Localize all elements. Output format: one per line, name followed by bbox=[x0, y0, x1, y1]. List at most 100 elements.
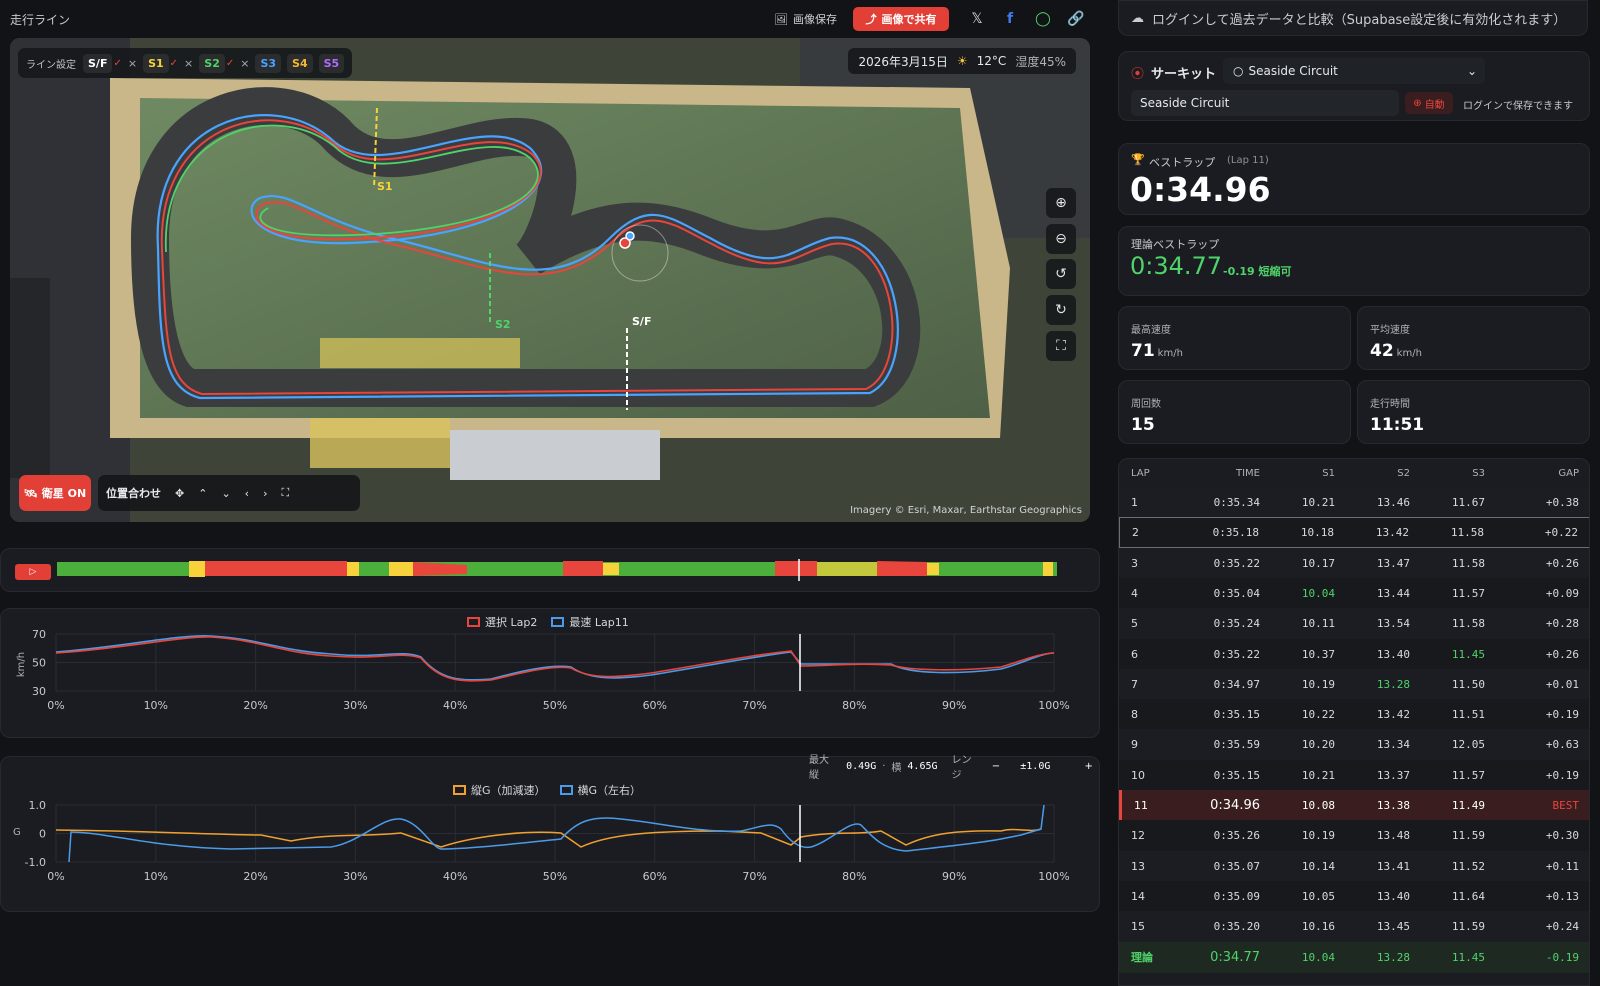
lap-row-6[interactable]: 6 0:35.22 10.37 13.40 11.45 +0.26 bbox=[1119, 638, 1589, 670]
lap-cell-s3: 11.57 bbox=[1451, 586, 1485, 600]
lap-cell-lap: 13 bbox=[1131, 859, 1145, 873]
facebook-share-button[interactable]: f bbox=[996, 8, 1024, 30]
circuit-card: ⦿ サーキット ○ Seaside Circuit ⌄ Seaside Circ… bbox=[1118, 51, 1590, 121]
lap-timeline[interactable]: ▷ bbox=[0, 548, 1100, 592]
lap-row-4[interactable]: 4 0:35.04 10.04 13.44 11.57 +0.09 bbox=[1119, 577, 1589, 609]
lap-row-8[interactable]: 8 0:35.15 10.22 13.42 11.51 +0.19 bbox=[1119, 699, 1589, 731]
sector-chip-s4[interactable]: S4 bbox=[287, 53, 313, 73]
theory-label: 理論ベストラップ bbox=[1131, 238, 1220, 251]
theory-best-card: 理論ベストラップ 0:34.77 -0.19 短縮可 bbox=[1118, 226, 1590, 296]
zoom-in-button[interactable]: ⊕ bbox=[1046, 188, 1076, 218]
lap-cell-time: 0:35.22 bbox=[1213, 647, 1260, 661]
sector-chip-s3[interactable]: S3 bbox=[255, 53, 282, 73]
chevron-up-icon[interactable]: ⌃ bbox=[198, 487, 207, 500]
lap-cell-gap: +0.28 bbox=[1545, 617, 1579, 631]
x-icon: 𝕏 bbox=[971, 11, 983, 27]
lap-cell-s2: 13.45 bbox=[1376, 920, 1410, 934]
lap-cell-time: 0:35.24 bbox=[1213, 617, 1260, 631]
lap-row-9[interactable]: 9 0:35.59 10.20 13.34 12.05 +0.63 bbox=[1119, 729, 1589, 761]
move-icon[interactable]: ✥ bbox=[175, 487, 184, 500]
map-attribution: Imagery © Esri, Maxar, Earthstar Geograp… bbox=[850, 505, 1082, 516]
lap-row-12[interactable]: 12 0:35.26 10.19 13.48 11.59 +0.30 bbox=[1119, 820, 1589, 852]
remove-chip-icon[interactable]: × bbox=[240, 57, 249, 70]
lap-cell-s3: 11.67 bbox=[1451, 496, 1485, 509]
lap-cell-time: 0:35.22 bbox=[1213, 556, 1260, 570]
lap-row-10[interactable]: 10 0:35.15 10.21 13.37 11.57 +0.19 bbox=[1119, 759, 1589, 791]
login-banner[interactable]: ☁ ログインして過去データと比較（Supabase設定後に有効化されます） bbox=[1118, 0, 1588, 36]
rotate-left-button[interactable]: ↺ bbox=[1046, 259, 1076, 289]
lap-row-14[interactable]: 14 0:35.09 10.05 13.40 11.64 +0.13 bbox=[1119, 880, 1589, 912]
weather-info: 2026年3月15日 ☀ 12°C 湿度45% bbox=[848, 48, 1076, 74]
speed-plot: 0% 10% 20% 30% 40% 50% 60% 70% 80% 90% 100% 70 50 30 bbox=[32, 628, 1070, 712]
lap-cell-time: 0:35.15 bbox=[1213, 768, 1260, 782]
lap-cell-s2: 13.42 bbox=[1375, 526, 1409, 540]
chevron-right-icon[interactable]: › bbox=[263, 487, 267, 500]
whatsapp-share-button[interactable]: ◯ bbox=[1029, 8, 1057, 30]
sector-chip-s5[interactable]: S5 bbox=[318, 53, 345, 73]
lap-cell-s2: 13.40 bbox=[1376, 647, 1410, 661]
lap-cell-lap: 8 bbox=[1131, 708, 1138, 722]
lap-row-3[interactable]: 3 0:35.22 10.17 13.47 11.58 +0.26 bbox=[1119, 547, 1589, 579]
lap-cell-time: 0:35.20 bbox=[1213, 920, 1260, 934]
lap-cell-gap: GAP bbox=[1558, 467, 1579, 479]
best-lap-note: (Lap 11) bbox=[1227, 155, 1269, 166]
lap-cell-s1: 10.04 bbox=[1301, 950, 1335, 964]
copy-link-button[interactable]: 🔗 bbox=[1062, 8, 1090, 30]
lap-cell-s1: 10.18 bbox=[1300, 526, 1334, 540]
lap-cell-time: 0:35.18 bbox=[1212, 526, 1259, 540]
lap-cell-s1: 10.19 bbox=[1301, 677, 1335, 691]
weather-humidity: 湿度45% bbox=[1015, 54, 1066, 69]
rotate-right-button[interactable]: ↻ bbox=[1046, 295, 1076, 325]
play-button[interactable]: ▷ bbox=[15, 564, 51, 580]
x-tick-label: 50% bbox=[543, 699, 567, 712]
x-tick-label: 100% bbox=[1038, 699, 1069, 712]
circuit-name-input[interactable]: Seaside Circuit bbox=[1131, 90, 1399, 116]
chevron-left-icon[interactable]: ‹ bbox=[245, 487, 249, 500]
auto-label: 自動 bbox=[1424, 99, 1445, 111]
y-tick-label: 0 bbox=[39, 828, 46, 841]
sector-chip-s1[interactable]: S1 bbox=[143, 53, 169, 73]
lap-cell-gap: +0.26 bbox=[1545, 647, 1579, 661]
timeline-strip[interactable] bbox=[57, 559, 1057, 583]
sector-chip-sf[interactable]: S/F bbox=[83, 53, 113, 73]
sector-chip-s2[interactable]: S2 bbox=[199, 53, 225, 73]
lap-cell-s2: 13.37 bbox=[1376, 768, 1410, 782]
circuit-select-value: Seaside Circuit bbox=[1248, 64, 1338, 78]
lap-cell-s1: 10.37 bbox=[1301, 647, 1335, 661]
lap-row-11[interactable]: 11 0:34.96 10.08 13.38 11.49 BEST bbox=[1119, 790, 1589, 821]
lap-row-1[interactable]: 1 0:35.34 10.21 13.46 11.67 +0.38 bbox=[1119, 487, 1589, 518]
lap-cell-gap: +0.63 bbox=[1545, 738, 1579, 752]
lap-cell-gap: +0.13 bbox=[1545, 889, 1579, 903]
lap-cell-gap: +0.26 bbox=[1545, 556, 1579, 570]
line-settings-bar: ライン設定 S/F ✓ × S1 ✓ × S2 ✓ × S3 S4 S5 bbox=[18, 48, 353, 78]
lap-cell-lap: 14 bbox=[1131, 889, 1145, 903]
remove-chip-icon[interactable]: × bbox=[128, 57, 137, 70]
save-image-button[interactable]: 🖼 画像保存 bbox=[774, 11, 837, 27]
satellite-toggle-button[interactable]: 🛰 衛星 ON bbox=[19, 475, 91, 511]
auto-detect-button[interactable]: ⊕ 自動 bbox=[1405, 92, 1453, 114]
lap-cell-s3: 11.59 bbox=[1451, 920, 1485, 934]
lap-cell-lap: 11 bbox=[1134, 799, 1148, 812]
lap-row-13[interactable]: 13 0:35.07 10.14 13.41 11.52 +0.11 bbox=[1119, 850, 1589, 882]
x-share-button[interactable]: 𝕏 bbox=[963, 8, 991, 30]
circuit-select[interactable]: ○ Seaside Circuit ⌄ bbox=[1223, 58, 1485, 84]
track-map[interactable]: S1 S2 S/F ライン設定 S/F ✓ × S1 ✓ × S2 ✓ × S3 S4 S5 2026… bbox=[10, 38, 1090, 522]
zoom-in-icon: ⊕ bbox=[1055, 195, 1067, 211]
lap-cell-time: TIME bbox=[1235, 467, 1260, 479]
chevron-down-icon[interactable]: ⌄ bbox=[221, 487, 230, 500]
lap-row-15[interactable]: 15 0:35.20 10.16 13.45 11.59 +0.24 bbox=[1119, 911, 1589, 943]
lap-cell-s1: 10.11 bbox=[1301, 617, 1335, 631]
lap-cell-lap: 4 bbox=[1131, 586, 1138, 600]
app-root: 走行ライン 🖼 画像保存 ⤴ 画像で共有 𝕏 f ◯ 🔗 S1 S2 S/F ラ… bbox=[0, 0, 1600, 986]
share-image-button[interactable]: ⤴ 画像で共有 bbox=[853, 7, 949, 31]
lap-row-2[interactable]: 2 0:35.18 10.18 13.42 11.58 +0.22 bbox=[1119, 517, 1589, 549]
remove-chip-icon[interactable]: × bbox=[184, 57, 193, 70]
fit-view-button[interactable]: ⛶ bbox=[1046, 331, 1076, 361]
lap-row-7[interactable]: 7 0:34.97 10.19 13.28 11.50 +0.01 bbox=[1119, 668, 1589, 700]
expand-icon[interactable]: ⛶ bbox=[281, 486, 289, 500]
lap-cell-lap: 12 bbox=[1131, 829, 1145, 843]
zoom-out-button[interactable]: ⊖ bbox=[1046, 224, 1076, 254]
lap-cell-s1: S1 bbox=[1322, 467, 1335, 479]
lap-row-5[interactable]: 5 0:35.24 10.11 13.54 11.58 +0.28 bbox=[1119, 608, 1589, 640]
image-icon: 🖼 bbox=[774, 12, 788, 26]
